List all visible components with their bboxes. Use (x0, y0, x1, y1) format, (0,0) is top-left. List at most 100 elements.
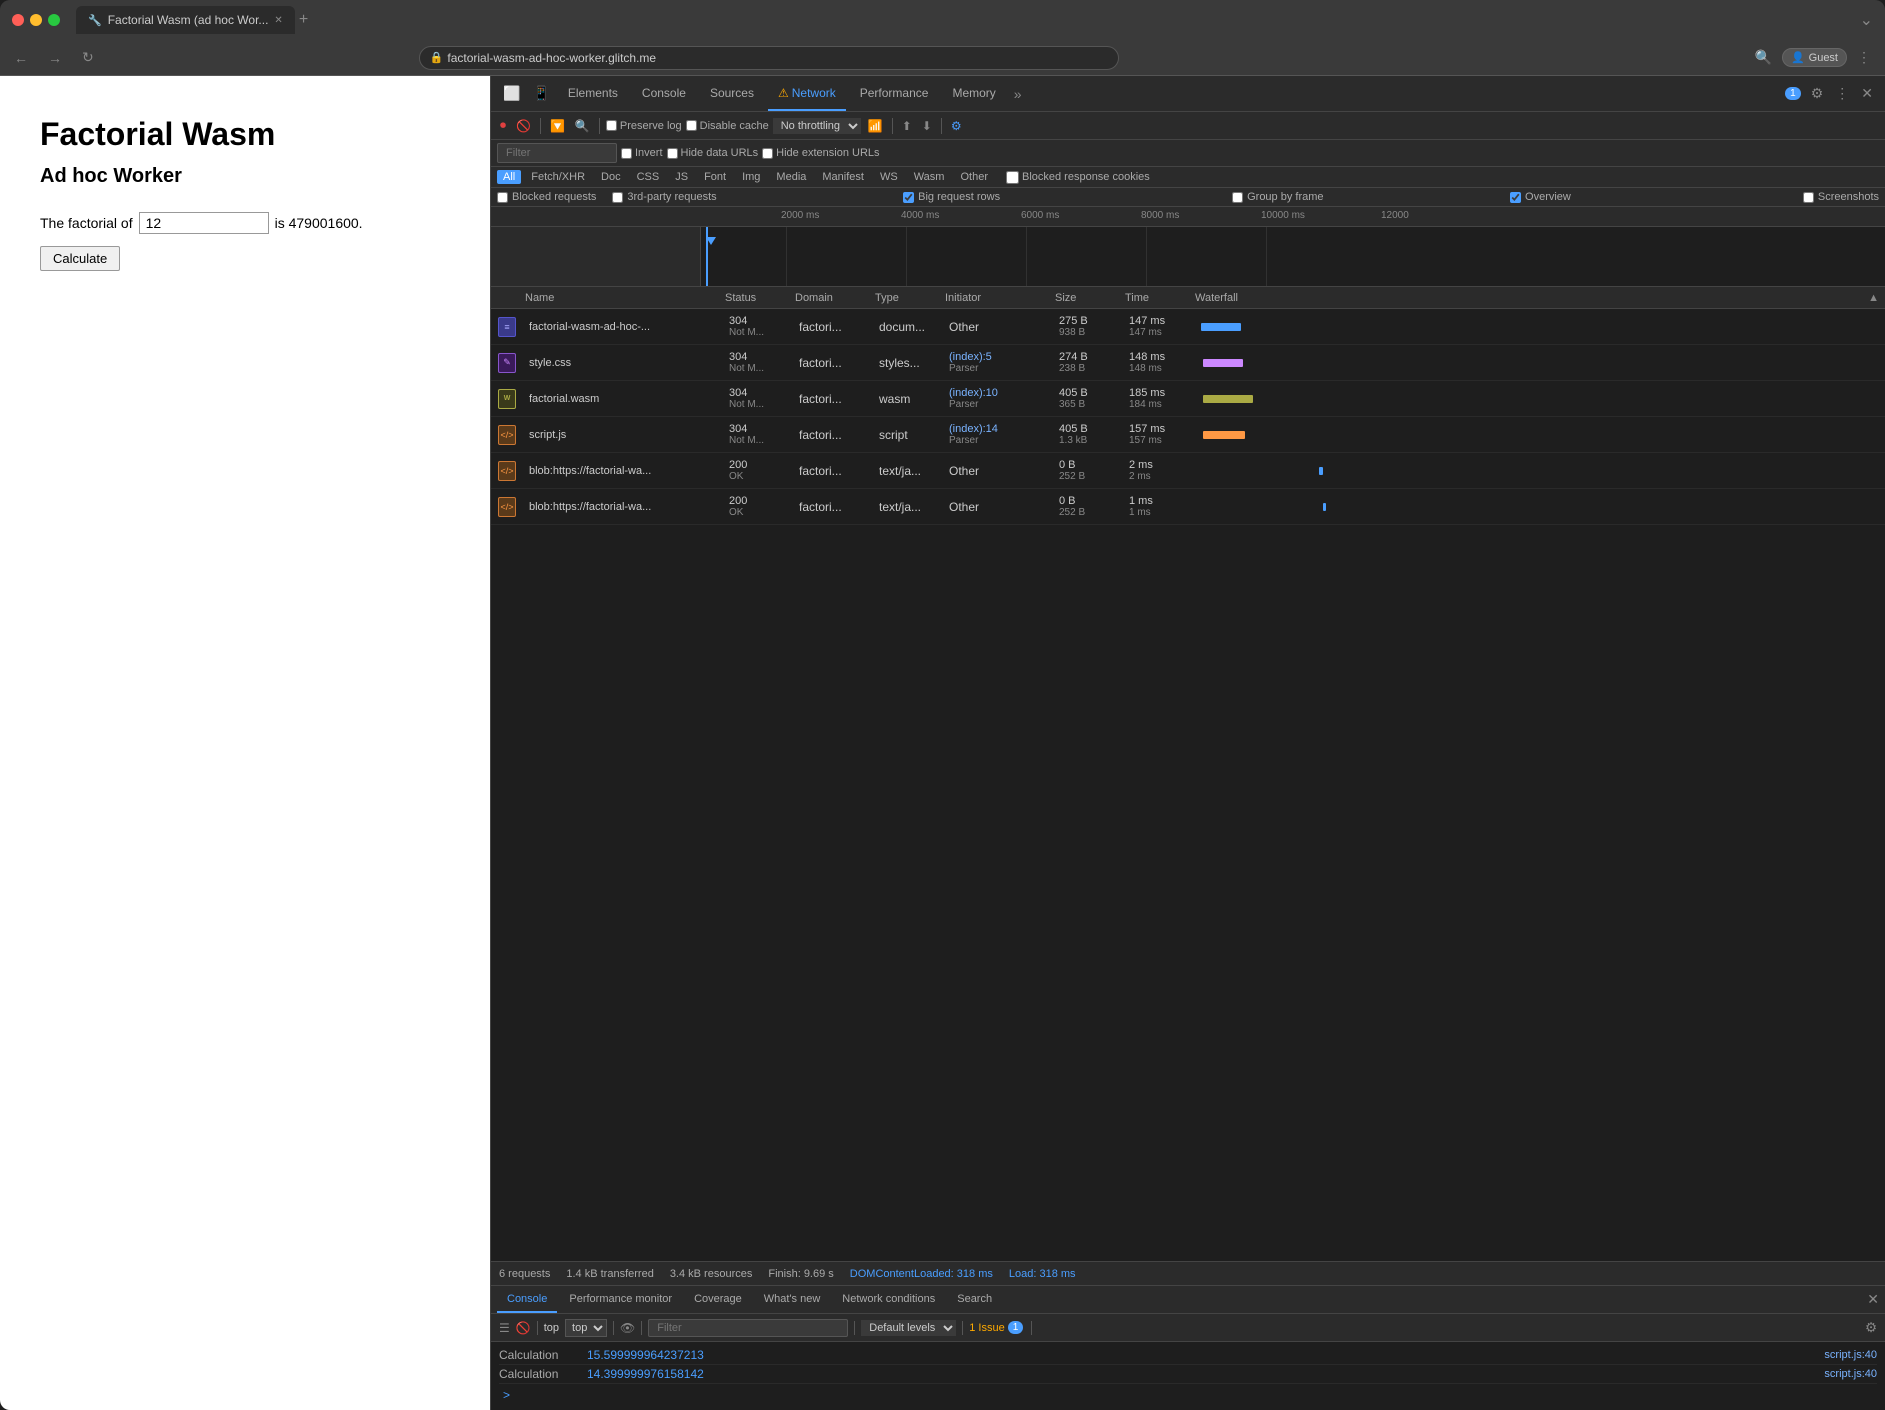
console-clear-button[interactable]: 🚫 (516, 1321, 531, 1335)
blocked-requests-checkbox[interactable] (497, 192, 508, 203)
blocked-cookies-checkbox[interactable] (1006, 171, 1019, 184)
console-tab-coverage[interactable]: Coverage (684, 1286, 752, 1313)
context-select[interactable]: top (565, 1319, 607, 1337)
preserve-log-checkbox[interactable] (606, 120, 617, 131)
table-row[interactable]: W factorial.wasm 304 Not M... factori...… (491, 381, 1885, 417)
overview-label[interactable]: Overview (1510, 191, 1571, 203)
hide-ext-urls-checkbox[interactable] (762, 148, 773, 159)
invert-label[interactable]: Invert (621, 147, 663, 159)
invert-checkbox[interactable] (621, 148, 632, 159)
devtools-settings-button[interactable]: ⚙ (1807, 83, 1828, 104)
type-btn-css[interactable]: CSS (631, 170, 666, 184)
type-btn-doc[interactable]: Doc (595, 170, 627, 184)
type-btn-font[interactable]: Font (698, 170, 732, 184)
minimize-window-button[interactable] (30, 14, 42, 26)
network-settings-button[interactable]: ⚙ (948, 118, 965, 134)
filter-button[interactable]: 🔽 (547, 118, 568, 134)
eye-button[interactable]: 👁 (620, 1321, 635, 1335)
factorial-input[interactable] (139, 212, 269, 234)
table-row[interactable]: ✎ style.css 304 Not M... factori... styl… (491, 345, 1885, 381)
more-tabs-button[interactable]: » (1010, 84, 1026, 104)
tab-sources[interactable]: Sources (700, 76, 764, 111)
forward-button[interactable]: → (42, 48, 68, 68)
preserve-log-label[interactable]: Preserve log (606, 120, 682, 132)
disable-cache-label[interactable]: Disable cache (686, 120, 769, 132)
console-tab-whats-new[interactable]: What's new (754, 1286, 831, 1313)
maximize-window-button[interactable] (48, 14, 60, 26)
reload-button[interactable]: ↻ (76, 47, 100, 68)
type-btn-all[interactable]: All (497, 170, 521, 184)
screenshots-checkbox[interactable] (1803, 192, 1814, 203)
devtools-close-button[interactable]: ✕ (1857, 83, 1877, 104)
calculate-button[interactable]: Calculate (40, 246, 120, 271)
type-btn-media[interactable]: Media (770, 170, 812, 184)
console-settings-button[interactable]: ⚙ (1865, 1320, 1877, 1336)
guest-profile-button[interactable]: 👤 Guest (1782, 48, 1847, 67)
row-initiator-link[interactable]: (index):5 (949, 351, 1047, 363)
back-button[interactable]: ← (8, 48, 34, 68)
console-tab-network-conditions[interactable]: Network conditions (832, 1286, 945, 1313)
new-tab-button[interactable]: + (299, 11, 308, 29)
type-btn-fetchxhr[interactable]: Fetch/XHR (525, 170, 591, 184)
tab-performance[interactable]: Performance (850, 76, 939, 111)
devtools-more-button[interactable]: ⋮ (1831, 83, 1853, 104)
hide-data-urls-label[interactable]: Hide data URLs (667, 147, 759, 159)
search-button[interactable]: 🔍 (572, 118, 593, 134)
tab-network[interactable]: ⚠ Network (768, 76, 846, 111)
tab-elements[interactable]: Elements (558, 76, 628, 111)
console-filter-input[interactable] (648, 1319, 848, 1337)
import-button[interactable]: ⬆ (899, 118, 915, 134)
tab-close-button[interactable]: ✕ (274, 15, 282, 26)
hide-data-urls-checkbox[interactable] (667, 148, 678, 159)
inspect-element-icon[interactable]: ⬜ (499, 83, 524, 104)
type-btn-js[interactable]: JS (669, 170, 694, 184)
type-btn-manifest[interactable]: Manifest (816, 170, 870, 184)
overview-checkbox[interactable] (1510, 192, 1521, 203)
console-close-button[interactable]: ✕ (1867, 1291, 1879, 1308)
console-source-2[interactable]: script.js:40 (1824, 1368, 1877, 1380)
table-row[interactable]: ≡ factorial-wasm-ad-hoc-... 304 Not M...… (491, 309, 1885, 345)
device-toolbar-icon[interactable]: 📱 (528, 83, 553, 104)
record-button[interactable]: ⏺ (497, 117, 509, 134)
table-row[interactable]: </> blob:https://factorial-wa... 200 OK … (491, 489, 1885, 525)
big-request-rows-label[interactable]: Big request rows (903, 191, 1000, 203)
default-levels-select[interactable]: Default levels (861, 1320, 956, 1336)
table-row[interactable]: </> blob:https://factorial-wa... 200 OK … (491, 453, 1885, 489)
type-btn-img[interactable]: Img (736, 170, 766, 184)
tab-console[interactable]: Console (632, 76, 696, 111)
blocked-requests-label[interactable]: Blocked requests (497, 191, 596, 203)
type-btn-wasm[interactable]: Wasm (908, 170, 951, 184)
table-row[interactable]: </> script.js 304 Not M... factori... sc… (491, 417, 1885, 453)
type-btn-ws[interactable]: WS (874, 170, 904, 184)
chevron-button[interactable]: ⌄ (1860, 10, 1873, 30)
group-by-frame-label[interactable]: Group by frame (1232, 191, 1323, 203)
more-button[interactable]: ⋮ (1851, 47, 1877, 68)
clear-button[interactable]: 🚫 (513, 118, 534, 134)
export-button[interactable]: ⬇ (919, 118, 935, 134)
third-party-label[interactable]: 3rd-party requests (612, 191, 716, 203)
hide-ext-urls-label[interactable]: Hide extension URLs (762, 147, 879, 159)
screenshots-label[interactable]: Screenshots (1803, 191, 1879, 203)
address-bar[interactable]: 🔒 factorial-wasm-ad-hoc-worker.glitch.me (419, 46, 1119, 70)
row-initiator-link[interactable]: (index):14 (949, 423, 1047, 435)
group-by-frame-checkbox[interactable] (1232, 192, 1243, 203)
big-request-rows-checkbox[interactable] (903, 192, 914, 203)
console-tab-search[interactable]: Search (947, 1286, 1002, 1313)
throttling-select[interactable]: No throttling (773, 118, 861, 134)
online-icon-button[interactable]: 📶 (865, 118, 886, 134)
close-window-button[interactable] (12, 14, 24, 26)
row-initiator-link[interactable]: (index):10 (949, 387, 1047, 399)
network-table[interactable]: Name Status Domain Type Initiator Size T… (491, 287, 1885, 1261)
console-prompt-line[interactable]: > (499, 1384, 1877, 1406)
console-source-1[interactable]: script.js:40 (1824, 1349, 1877, 1361)
filter-input[interactable] (497, 143, 617, 163)
tab-memory[interactable]: Memory (942, 76, 1005, 111)
console-tab-perf-monitor[interactable]: Performance monitor (559, 1286, 682, 1313)
type-btn-other[interactable]: Other (954, 170, 994, 184)
console-sidebar-button[interactable]: ☰ (499, 1321, 510, 1335)
third-party-checkbox[interactable] (612, 192, 623, 203)
browser-tab-active[interactable]: 🔧 Factorial Wasm (ad hoc Wor... ✕ (76, 6, 295, 34)
zoom-button[interactable]: 🔍 (1749, 47, 1778, 68)
blocked-cookies-label[interactable]: Blocked response cookies (1006, 171, 1150, 184)
console-tab-console[interactable]: Console (497, 1286, 557, 1313)
